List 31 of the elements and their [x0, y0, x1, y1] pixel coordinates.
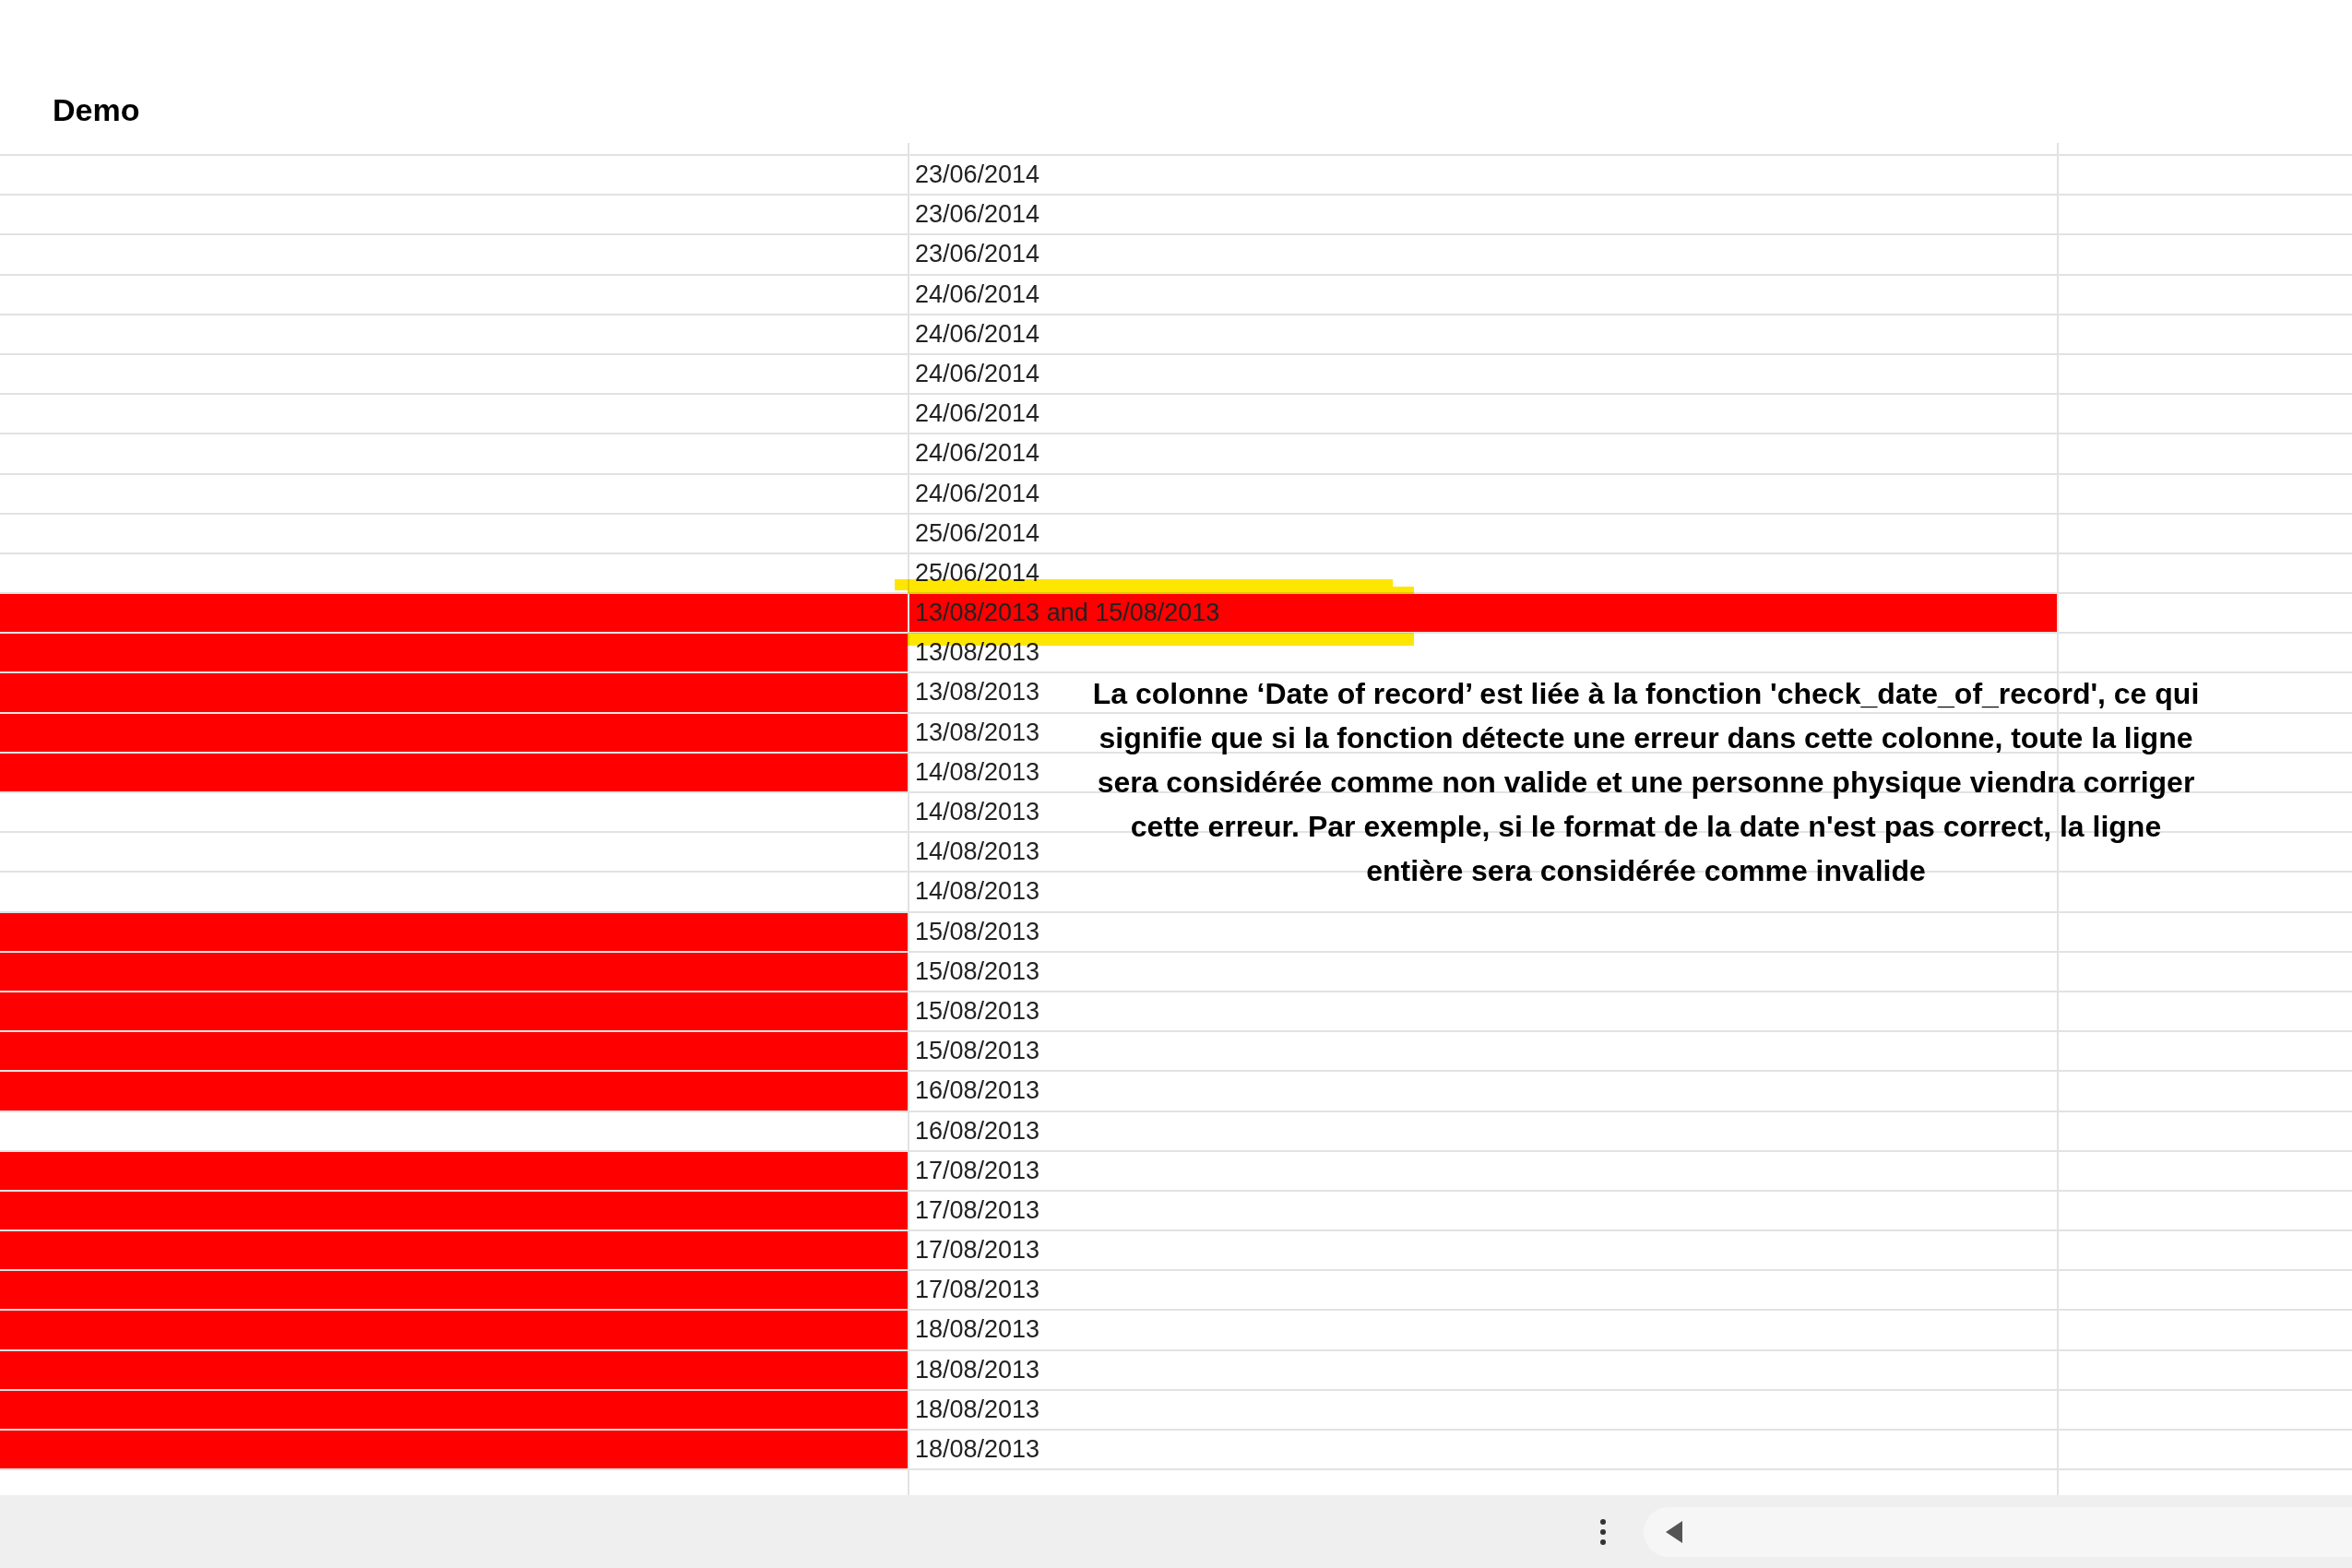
table-cell: 13/08/2013 — [908, 634, 2057, 672]
table-cell: 23/06/2014 — [908, 235, 2057, 274]
table-cell: 13/08/2013 and 15/08/2013 — [908, 594, 2057, 633]
table-cell: 15/08/2013 — [908, 1032, 2057, 1071]
left-triangle-icon[interactable] — [1666, 1520, 1682, 1543]
sheet-title: Demo — [53, 91, 140, 129]
table-cell: 24/06/2014 — [908, 354, 2057, 394]
table-cell: 24/06/2014 — [908, 474, 2057, 513]
table-cell: 23/06/2014 — [908, 156, 2057, 195]
table-cell: 15/08/2013 — [908, 952, 2057, 991]
scrollbar-track[interactable] — [1644, 1506, 2352, 1557]
table-cell: 16/08/2013 — [908, 1072, 2057, 1111]
table-cell: 24/06/2014 — [908, 434, 2057, 473]
table-cell: 24/06/2014 — [908, 275, 2057, 314]
more-options-icon[interactable] — [1599, 1517, 1607, 1546]
table-cell: 17/08/2013 — [908, 1191, 2057, 1230]
table-cell: 18/08/2013 — [908, 1350, 2057, 1389]
table-cell: 15/08/2013 — [908, 992, 2057, 1031]
table-cell: 15/08/2013 — [908, 912, 2057, 951]
table-cell: 24/06/2014 — [908, 395, 2057, 434]
table-cell: 18/08/2013 — [908, 1311, 2057, 1349]
table-cell: 16/08/2013 — [908, 1111, 2057, 1150]
table-cell: 18/08/2013 — [908, 1390, 2057, 1429]
table-cell: 25/06/2014 — [908, 514, 2057, 552]
table-cell: 23/06/2014 — [908, 196, 2057, 234]
table-cell: 17/08/2013 — [908, 1231, 2057, 1270]
table-cell: 17/08/2013 — [908, 1271, 2057, 1310]
table-cell: 24/06/2014 — [908, 315, 2057, 353]
table-cell: 18/08/2013 — [908, 1431, 2057, 1469]
table-cell: 17/08/2013 — [908, 1151, 2057, 1190]
annotation-text: La colonne ‘Date of record’ est liée à la fonction 'check_date_of_record', ce qui signifie que si la fonction détecte une erreur dans cette colonne, toute la ligne sera considérée comme non valide et une personne physique viendra corriger cette erreur. Par exemple, si le format de la date n'est pas correct, la ligne entière sera considérée comme invalide — [1091, 676, 2201, 889]
